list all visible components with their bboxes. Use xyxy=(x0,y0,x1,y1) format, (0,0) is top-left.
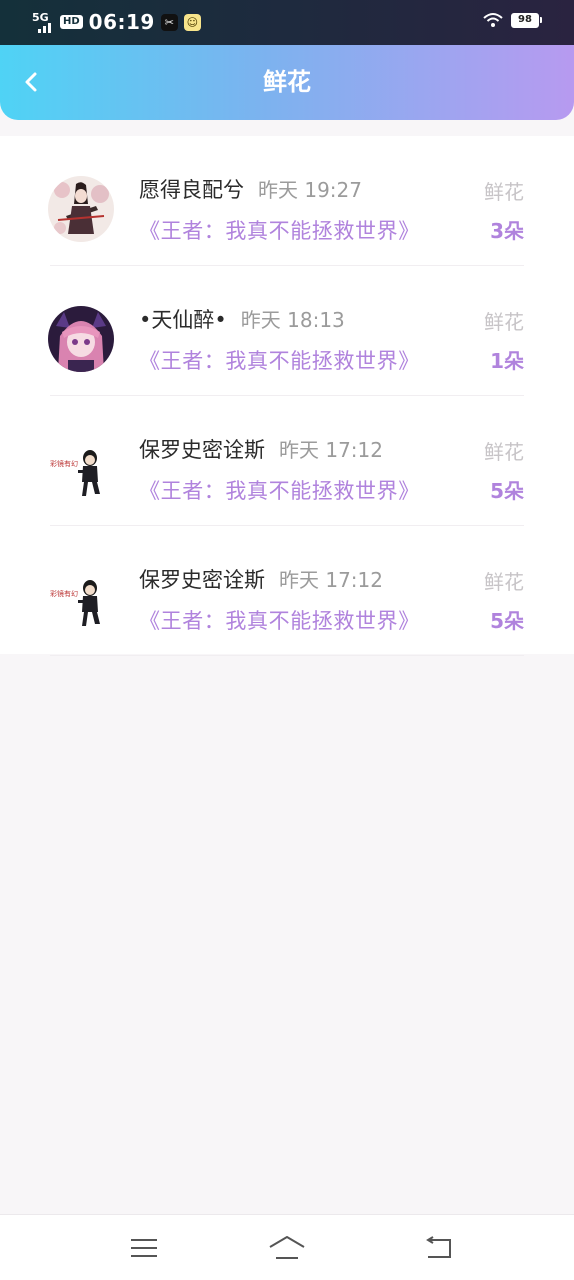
avatar[interactable] xyxy=(48,306,114,372)
clock: 06:19 xyxy=(88,10,155,34)
sender-name-text: •天仙醉• xyxy=(139,308,227,332)
send-time: 昨天 19:27 xyxy=(258,178,362,202)
send-time: 昨天 18:13 xyxy=(240,308,345,332)
flower-record-list: 愿得良配兮 昨天 19:27 《王者：我真不能拯救世界》 鲜花 3朵 •天仙醉•… xyxy=(0,136,574,656)
home-icon xyxy=(269,1236,305,1259)
sender-name: •天仙醉• 昨天 18:13 xyxy=(139,306,345,334)
sender-name-text: 愿得良配兮 xyxy=(139,178,244,202)
status-right: 98 xyxy=(483,12,542,28)
app-header: 鲜花 xyxy=(0,45,574,120)
gift-count: 5朵 xyxy=(490,609,524,633)
network-type: 5G xyxy=(32,10,49,24)
avatar[interactable] xyxy=(48,176,114,242)
divider xyxy=(50,655,524,656)
gift-type-label: 鲜花 xyxy=(484,570,524,594)
sender-name-text: 保罗史密诠斯 xyxy=(139,568,265,592)
avatar[interactable]: 彩镜有幻 xyxy=(48,566,114,632)
status-bar: 5G HD 06:19 ✂ ☺ 98 xyxy=(0,0,574,45)
page: 5G HD 06:19 ✂ ☺ 98 鲜花 愿得良配兮 昨天 19:27 《王者… xyxy=(0,0,574,1280)
book-title[interactable]: 《王者：我真不能拯救世界》 xyxy=(139,607,420,635)
sender-name: 保罗史密诠斯 昨天 17:12 xyxy=(139,436,383,464)
gift-type-label: 鲜花 xyxy=(484,180,524,204)
gift-count: 5朵 xyxy=(490,479,524,503)
list-item[interactable]: 愿得良配兮 昨天 19:27 《王者：我真不能拯救世界》 鲜花 3朵 xyxy=(0,136,574,266)
book-title[interactable]: 《王者：我真不能拯救世界》 xyxy=(139,217,420,245)
signal-bars-icon xyxy=(38,22,51,33)
menu-button[interactable] xyxy=(124,1233,164,1263)
home-button[interactable] xyxy=(267,1233,307,1263)
book-title[interactable]: 《王者：我真不能拯救世界》 xyxy=(139,347,420,375)
svg-text:彩镜有幻: 彩镜有幻 xyxy=(50,589,78,598)
status-left: 5G HD 06:19 ✂ ☺ xyxy=(32,10,201,34)
sender-name: 愿得良配兮 昨天 19:27 xyxy=(139,176,362,204)
gift-type-label: 鲜花 xyxy=(484,310,524,334)
page-title: 鲜花 xyxy=(263,68,311,96)
book-title[interactable]: 《王者：我真不能拯救世界》 xyxy=(139,477,420,505)
sender-name: 保罗史密诠斯 昨天 17:12 xyxy=(139,566,383,594)
send-time: 昨天 17:12 xyxy=(279,568,383,592)
menu-icon xyxy=(131,1239,157,1257)
battery-level: 98 xyxy=(511,12,539,28)
capcut-icon: ✂ xyxy=(160,13,178,31)
list-item[interactable]: 彩镜有幻 保罗史密诠斯 昨天 17:12 《王者：我真不能拯救世界》 鲜花 5朵 xyxy=(0,526,574,656)
wifi-icon xyxy=(483,13,503,27)
hd-badge: HD xyxy=(60,15,83,29)
signal-indicator: 5G xyxy=(32,12,54,33)
gift-count: 3朵 xyxy=(490,219,524,243)
battery-icon: 98 xyxy=(511,12,542,28)
return-icon xyxy=(426,1236,451,1258)
list-item[interactable]: 彩镜有幻 保罗史密诠斯 昨天 17:12 《王者：我真不能拯救世界》 鲜花 5朵 xyxy=(0,396,574,526)
return-button[interactable] xyxy=(418,1233,458,1263)
gift-count: 1朵 xyxy=(490,349,524,373)
send-time: 昨天 17:12 xyxy=(279,438,383,462)
system-nav-bar xyxy=(0,1214,574,1280)
sender-name-text: 保罗史密诠斯 xyxy=(139,438,265,462)
gift-type-label: 鲜花 xyxy=(484,440,524,464)
avatar[interactable]: 彩镜有幻 xyxy=(48,436,114,502)
list-item[interactable]: •天仙醉• 昨天 18:13 《王者：我真不能拯救世界》 鲜花 1朵 xyxy=(0,266,574,396)
face-icon: ☺ xyxy=(183,13,201,31)
svg-text:彩镜有幻: 彩镜有幻 xyxy=(50,459,78,468)
